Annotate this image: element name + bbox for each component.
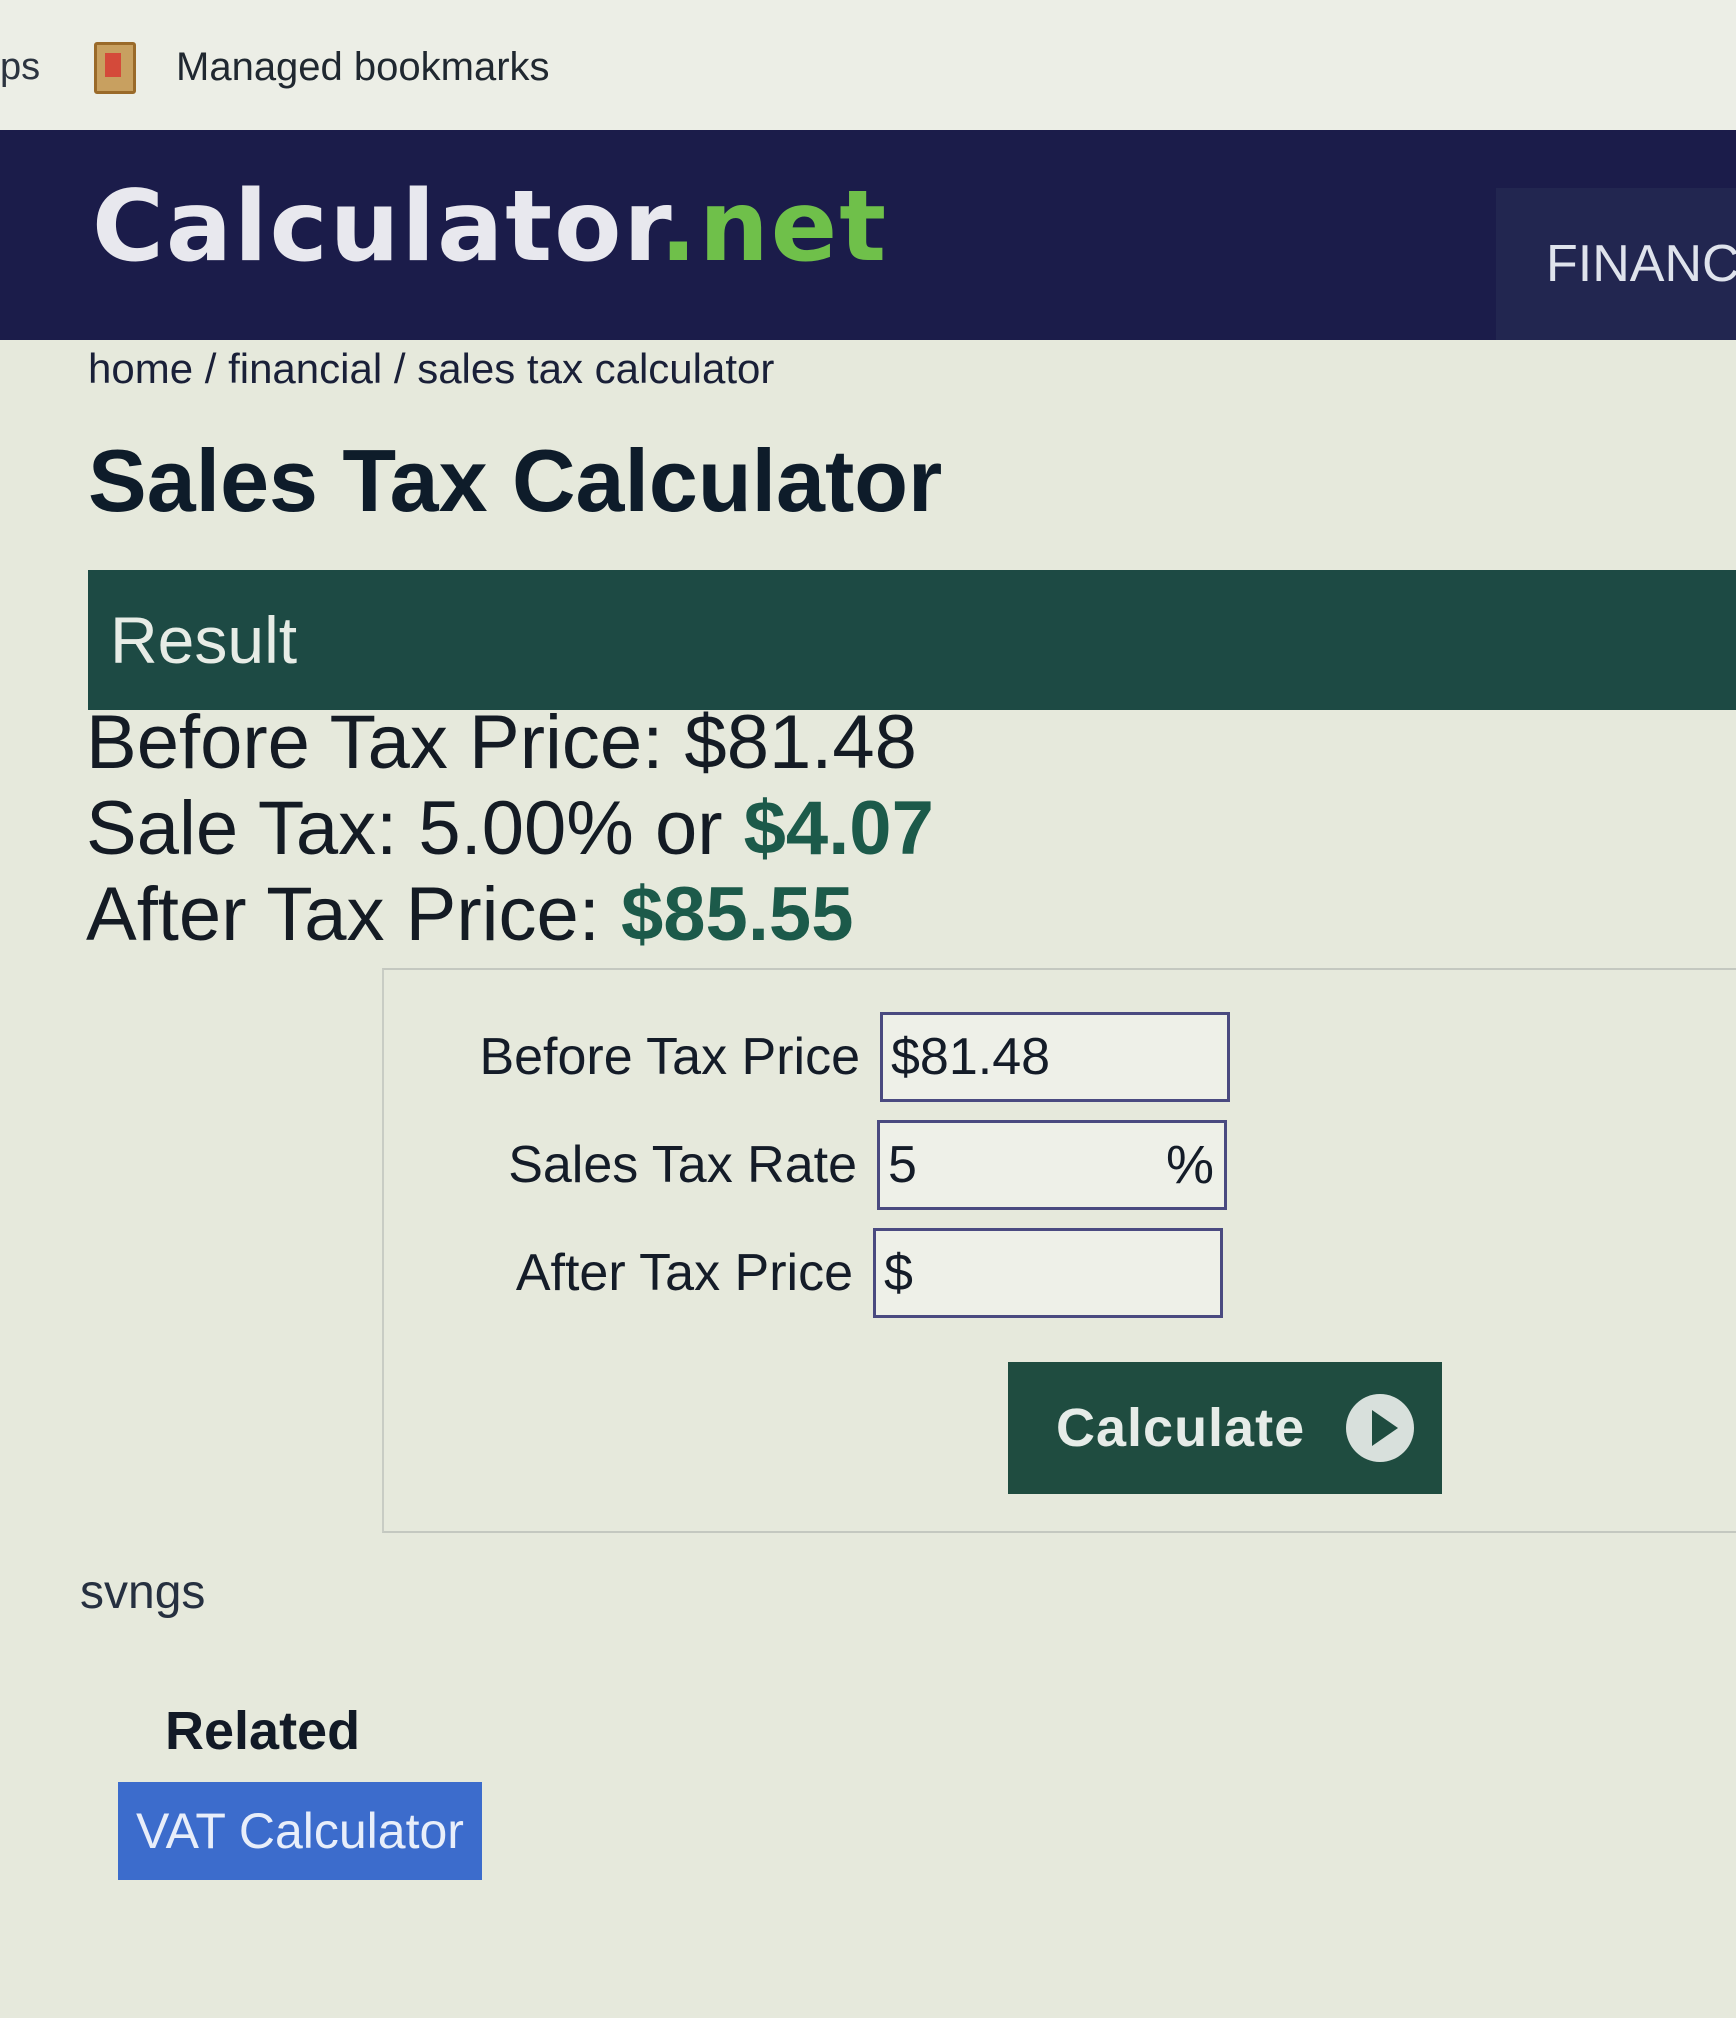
play-icon [1346, 1394, 1414, 1462]
after-tax-label: After Tax Price: [86, 872, 622, 957]
breadcrumb-current[interactable]: sales tax calculator [417, 345, 774, 392]
result-summary: Before Tax Price: $81.48 Sale Tax: 5.00%… [86, 700, 934, 958]
site-header: Calculator.net FINANC [0, 130, 1736, 340]
after-tax-row: After Tax Price $ [293, 1228, 1223, 1318]
tax-rate-input[interactable]: 5 % [877, 1120, 1227, 1210]
before-tax-value: $81.48 [891, 1028, 1051, 1086]
after-tax-value: $ [884, 1244, 913, 1302]
sales-tax-label: Sale Tax: 5.00% or [86, 786, 744, 871]
tax-rate-value: 5 [888, 1136, 917, 1194]
bookmarks-bar: ps Managed bookmarks [0, 0, 1736, 135]
breadcrumb-separator: / [193, 345, 229, 392]
related-heading: Related [165, 1701, 361, 1761]
misc-text: svngs [80, 1566, 206, 1619]
logo-net-text: net [699, 170, 889, 284]
calculate-label: Calculate [1056, 1398, 1306, 1458]
tax-rate-row: Sales Tax Rate 5 % [297, 1120, 1227, 1210]
related-link-vat-calculator[interactable]: VAT Calculator [118, 1782, 482, 1880]
page-title: Sales Tax Calculator [88, 431, 943, 530]
logo-main-text: Calculator [92, 170, 660, 284]
nav-tab-financial[interactable]: FINANC [1496, 188, 1736, 340]
breadcrumb-home[interactable]: home [88, 345, 193, 392]
sales-tax-amount: $4.07 [743, 786, 934, 871]
logo-dot: . [659, 170, 699, 284]
before-tax-result: Before Tax Price: $81.48 [86, 700, 917, 785]
result-heading: Result [88, 570, 1736, 710]
folder-icon [94, 41, 136, 94]
breadcrumb-separator: / [382, 345, 418, 392]
percent-unit: % [1165, 1135, 1214, 1195]
after-tax-input[interactable]: $ [873, 1228, 1223, 1318]
before-tax-input[interactable]: $81.48 [880, 1012, 1230, 1102]
breadcrumb-financial[interactable]: financial [228, 345, 382, 392]
calculate-button[interactable]: Calculate [1008, 1362, 1442, 1494]
before-tax-row: Before Tax Price $81.48 [300, 1012, 1230, 1102]
sales-tax-result: Sale Tax: 5.00% or $4.07 [86, 786, 934, 872]
apps-bookmark[interactable]: ps [0, 46, 60, 89]
breadcrumb: home / financial / sales tax calculator [88, 345, 774, 393]
before-tax-label: Before Tax Price [479, 1028, 860, 1086]
after-tax-result: After Tax Price: $85.55 [86, 872, 934, 958]
after-tax-label: After Tax Price [515, 1244, 853, 1302]
after-tax-amount: $85.55 [621, 872, 854, 957]
managed-bookmarks-folder[interactable]: Managed bookmarks [176, 45, 550, 90]
tax-rate-label: Sales Tax Rate [508, 1136, 857, 1194]
site-logo[interactable]: Calculator.net [92, 170, 888, 284]
